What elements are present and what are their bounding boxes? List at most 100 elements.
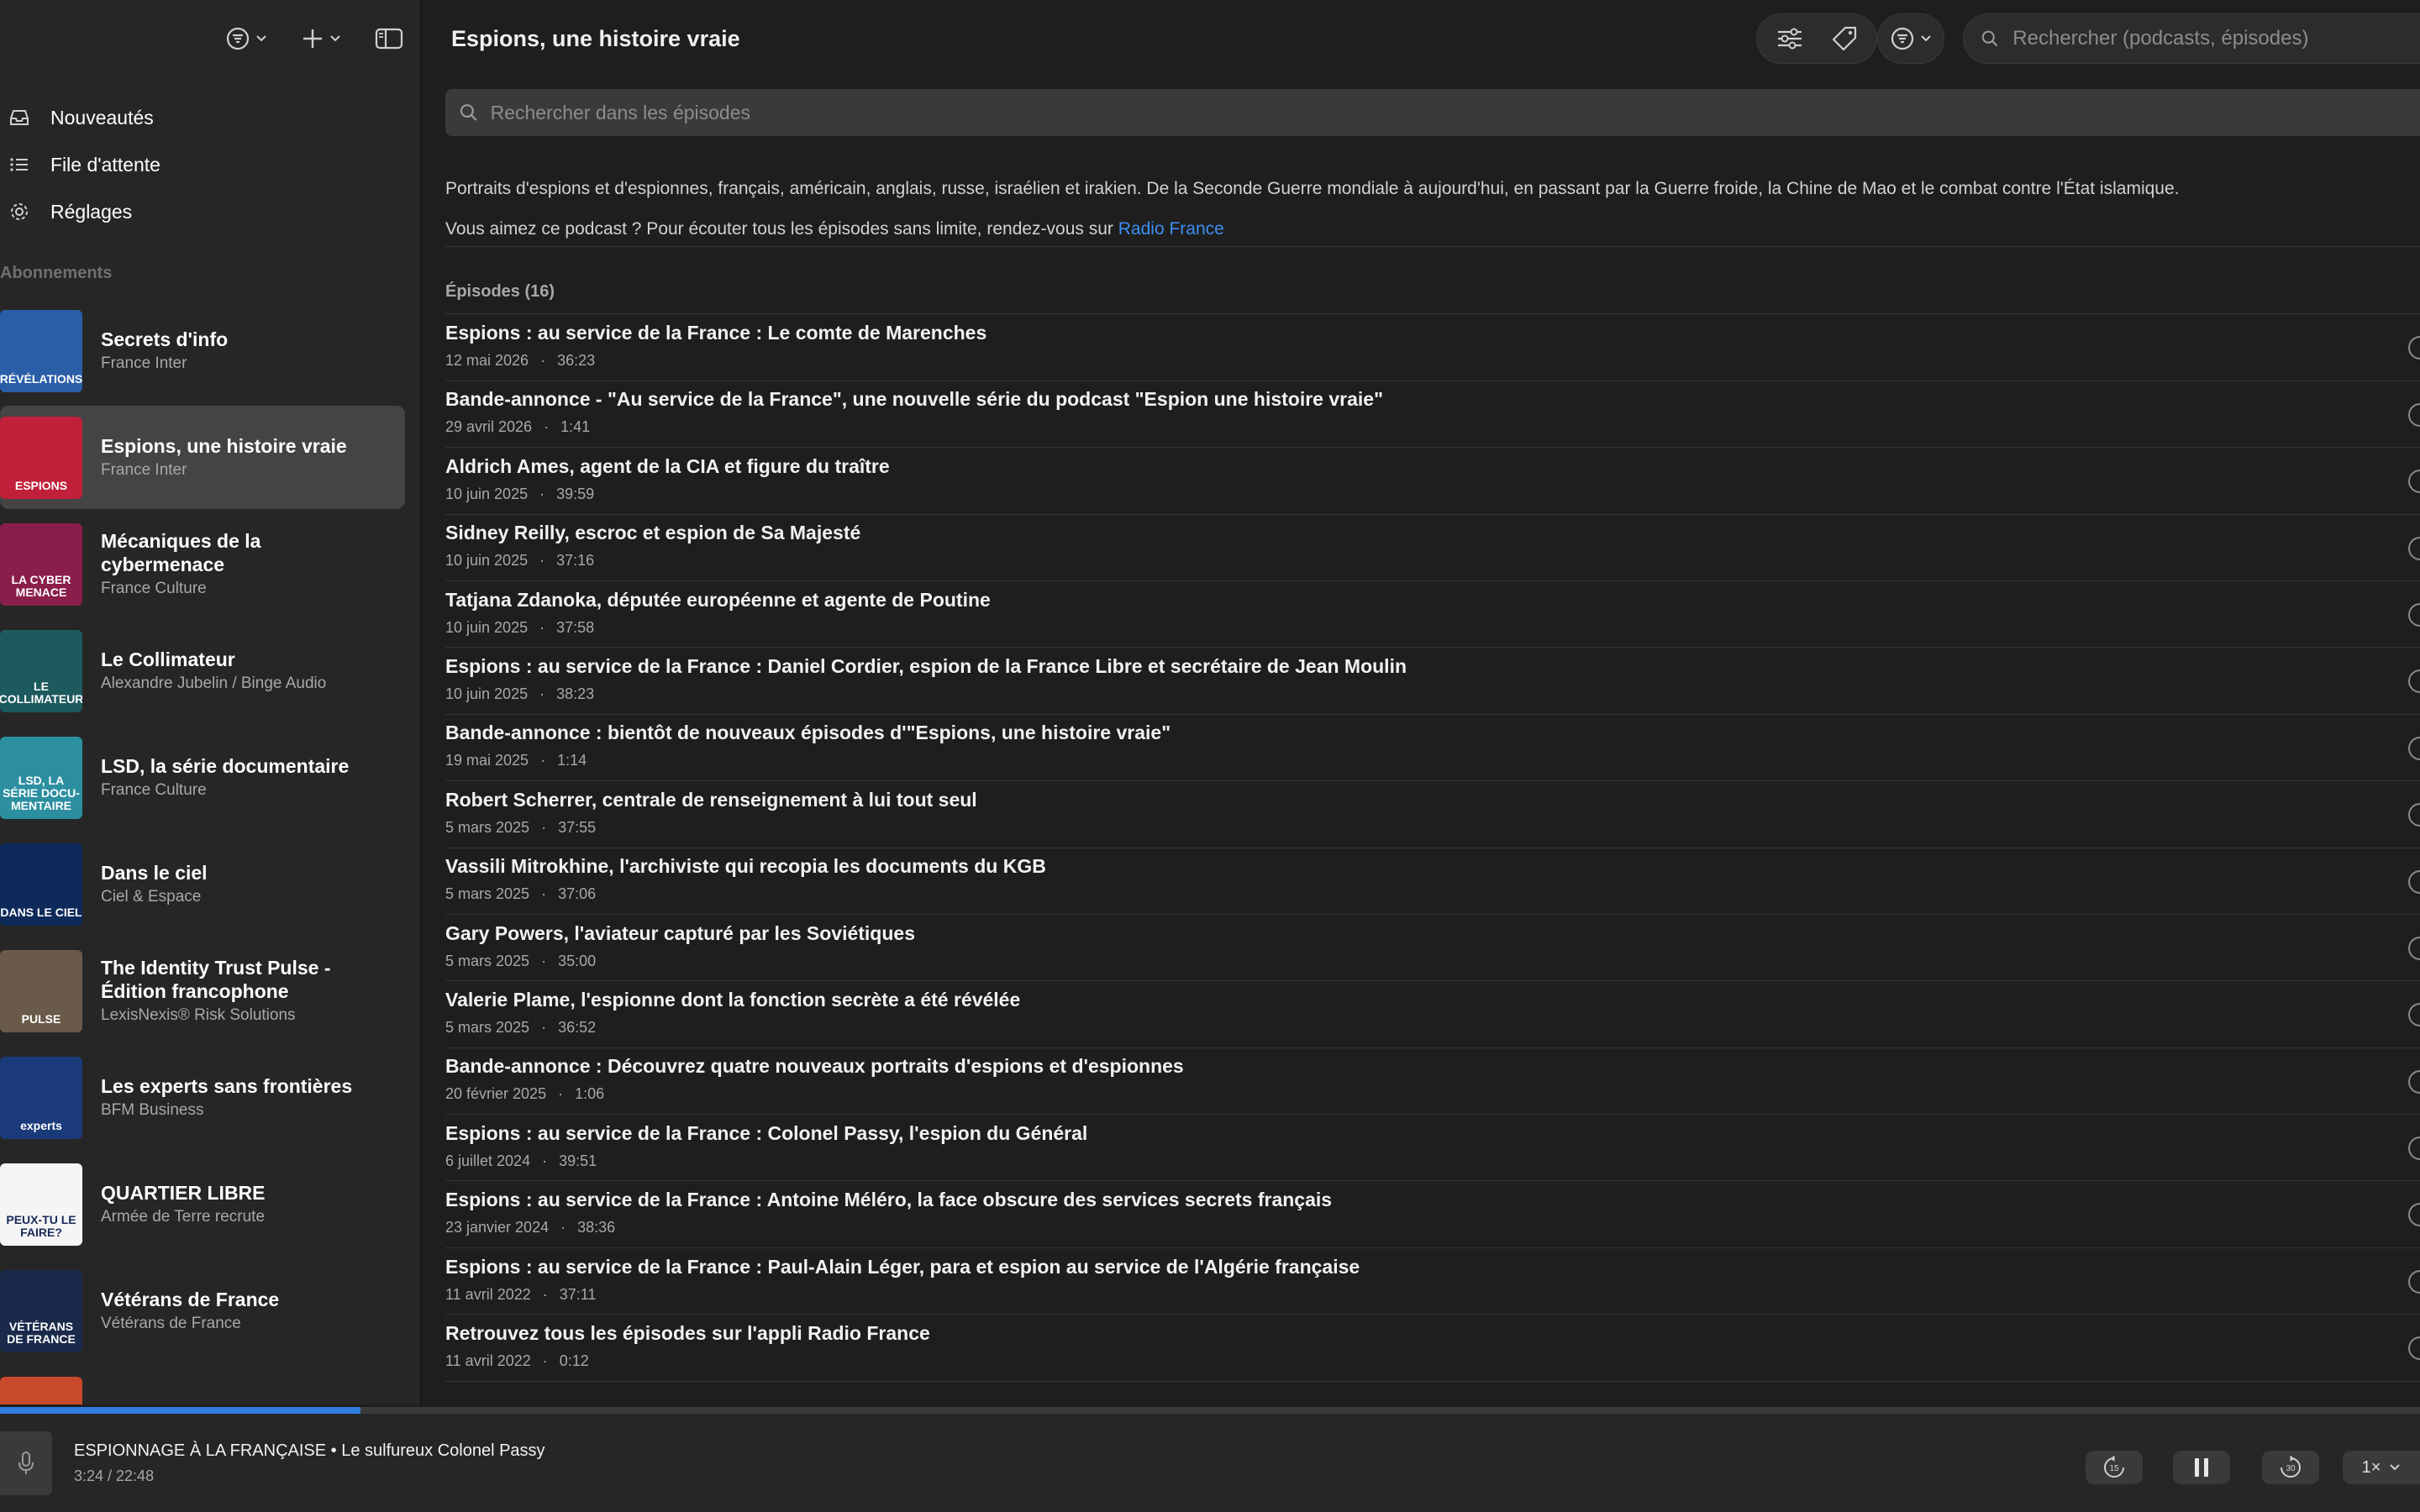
subscription-item[interactable]: experts Les experts sans frontières BFM Bu… <box>0 1044 420 1151</box>
episode-date: 5 mars 2025 <box>445 952 530 969</box>
subscription-item[interactable]: LE COLLIMATEUR Le Collimateur Alexandre Ju… <box>0 617 420 724</box>
episode-row[interactable]: Espions : au service de la France : Colo… <box>445 1115 2420 1182</box>
episode-duration: 39:59 <box>556 485 595 502</box>
subscription-title: LSD, la série documentaire <box>101 754 350 777</box>
subscription-author: France Inter <box>101 461 187 480</box>
episode-duration: 36:52 <box>558 1018 597 1036</box>
episode-search-input[interactable] <box>490 101 2420 124</box>
subscriptions-section-title: Abonnements <box>0 264 113 282</box>
toggle-sidebar-button[interactable] <box>375 27 403 50</box>
playback-progress[interactable] <box>0 1407 2420 1414</box>
subscription-title: The Identity Trust Pulse - Édition franc… <box>101 956 331 1002</box>
sidebar-item-nouveautes[interactable]: Nouveautés <box>0 94 420 141</box>
subscription-item[interactable]: RÉVÉLATIONS Secrets d'info France Inter <box>0 297 420 404</box>
episode-row[interactable]: Vassili Mitrokhine, l'archiviste qui rec… <box>445 848 2420 915</box>
meta-separator: · <box>542 1285 548 1303</box>
pause-button[interactable] <box>2173 1451 2230 1484</box>
sidebar-item-file-attente[interactable]: File d'attente <box>0 141 420 188</box>
episode-row[interactable]: Valerie Plame, l'espionne dont la foncti… <box>445 981 2420 1048</box>
global-search-input[interactable] <box>2012 27 2420 50</box>
plus-icon <box>303 29 322 48</box>
subscription-item[interactable]: DANS LE CIEL Dans le ciel Ciel & Espace <box>0 831 420 937</box>
podcast-artwork: LE COLLIMATEUR <box>0 629 82 712</box>
subscription-text: Dans le ciel Ciel & Espace <box>101 862 387 907</box>
sidebar-item-reglages[interactable]: Réglages <box>0 188 420 235</box>
episode-row[interactable]: Espions : au service de la France : Dani… <box>445 648 2420 715</box>
sliders-icon[interactable] <box>1776 26 1804 51</box>
episode-date: 11 avril 2022 <box>445 1352 531 1369</box>
gear-icon <box>11 203 28 220</box>
episode-row[interactable]: Bande-annonce - "Au service de la France… <box>445 381 2420 449</box>
chevron-down-icon <box>330 35 340 42</box>
episode-meta: 11 avril 2022 · 37:11 <box>445 1286 2420 1304</box>
episode-meta: 5 mars 2025 · 37:06 <box>445 885 2420 903</box>
skip-forward-button[interactable]: 30 <box>2262 1451 2319 1484</box>
episode-filter-button[interactable] <box>1877 13 1944 64</box>
episode-row[interactable]: Espions : au service de la France : Anto… <box>445 1181 2420 1248</box>
tag-icon[interactable] <box>1831 25 1858 52</box>
subscription-author: Armée de Terre recrute <box>101 1208 266 1226</box>
episode-row[interactable]: Gary Powers, l'aviateur capturé par les … <box>445 915 2420 982</box>
subscription-item[interactable]: LSD, LA SÉRIE DOCU-MENTAIRE LSD, la série… <box>0 724 420 831</box>
meta-separator: · <box>540 352 546 370</box>
page-title: Espions, une histoire vraie <box>451 25 740 51</box>
subscription-title: Mécaniques de la cybermenace <box>101 529 261 575</box>
subscription-title: QUARTIER LIBRE <box>101 1181 266 1204</box>
subscription-item[interactable]: La Question du jour <box>0 1364 420 1404</box>
podcast-detail: Portraits d'espions et d'espionnes, fran… <box>445 77 2420 1404</box>
episode-row[interactable]: Retrouvez tous les épisodes sur l'appli … <box>445 1315 2420 1382</box>
subscription-item[interactable]: PULSE The Identity Trust Pulse - Édition … <box>0 937 420 1044</box>
sidebar-item-label: Réglages <box>50 200 133 223</box>
subscription-author: Ciel & Espace <box>101 888 202 906</box>
episode-meta: 5 mars 2025 · 37:55 <box>445 819 2420 837</box>
episode-title: Espions : au service de la France : Le c… <box>445 322 987 344</box>
search-icon <box>1981 30 1998 47</box>
episode-duration: 39:51 <box>559 1152 597 1169</box>
add-menu-button[interactable] <box>301 27 341 50</box>
playback-speed-button[interactable]: 1× <box>2343 1451 2420 1484</box>
episode-row[interactable]: Robert Scherrer, centrale de renseigneme… <box>445 781 2420 848</box>
episode-title: Espions : au service de la France : Colo… <box>445 1121 1088 1144</box>
sidebar-nav: Nouveautés File d'attente Réglages <box>0 77 420 235</box>
skip-back-button[interactable]: 15 <box>2086 1451 2143 1484</box>
episode-row[interactable]: Tatjana Zdanoka, députée européenne et a… <box>445 581 2420 648</box>
episode-title: Sidney Reilly, escroc et espion de Sa Ma… <box>445 522 861 544</box>
episode-duration: 36:23 <box>557 352 596 370</box>
podcast-artwork: LSD, LA SÉRIE DOCU-MENTAIRE <box>0 736 82 819</box>
subscription-item[interactable]: PEUX-TU LE FAIRE? QUARTIER LIBRE Armée de … <box>0 1151 420 1257</box>
search-icon <box>460 104 477 121</box>
skip-back-15-icon: 15 <box>2104 1456 2124 1478</box>
episode-row[interactable]: Bande-annonce : Découvrez quatre nouveau… <box>445 1048 2420 1116</box>
subscriptions-list: RÉVÉLATIONS Secrets d'info France Inter ESP… <box>0 297 420 1404</box>
sidebar-icon <box>375 28 403 50</box>
radio-france-link[interactable]: Radio France <box>1118 219 1224 239</box>
subscription-item[interactable]: ESPIONS Espions, une histoire vraie France… <box>0 404 420 511</box>
skip-back-label: 15 <box>2109 1464 2119 1473</box>
episode-duration: 37:11 <box>559 1285 597 1303</box>
podcast-artwork: PULSE <box>0 949 82 1032</box>
episode-row[interactable]: Bande-annonce : bientôt de nouveaux épis… <box>445 715 2420 782</box>
filter-menu-button[interactable] <box>225 26 267 51</box>
skip-forward-30-icon: 30 <box>2281 1456 2301 1478</box>
promo-text: Vous aimez ce podcast ? Pour écouter tou… <box>445 219 2420 248</box>
episode-date: 12 mai 2026 <box>445 352 529 370</box>
subscription-item[interactable]: LA CYBER MENACE Mécaniques de la cybermen… <box>0 511 420 617</box>
sidebar: Nouveautés File d'attente Réglages Abonn… <box>0 0 422 1404</box>
episode-title: Bande-annonce : bientôt de nouveaux épis… <box>445 722 1171 744</box>
episode-row[interactable]: Espions : au service de la France : Paul… <box>445 1248 2420 1315</box>
subscription-text: The Identity Trust Pulse - Édition franc… <box>101 957 387 1025</box>
episode-row[interactable]: Espions : au service de la France : Le c… <box>445 314 2420 381</box>
subscription-text: Mécaniques de la cybermenace France Cultu… <box>101 530 387 598</box>
episode-row[interactable]: Sidney Reilly, escroc et espion de Sa Ma… <box>445 515 2420 581</box>
episode-duration: 37:55 <box>558 818 597 836</box>
episode-meta: 10 juin 2025 · 38:23 <box>445 685 2420 703</box>
meta-separator: · <box>539 552 545 570</box>
subscription-title: Dans le ciel <box>101 861 208 884</box>
episode-row[interactable]: Aldrich Ames, agent de la CIA et figure … <box>445 448 2420 515</box>
episode-title: Tatjana Zdanoka, députée européenne et a… <box>445 588 991 611</box>
filter-icon <box>226 27 250 50</box>
subscription-item[interactable]: VÉTÉRANS DE FRANCE Vétérans de France Vété… <box>0 1257 420 1364</box>
podcast-artwork: ESPIONS <box>0 416 82 499</box>
episode-duration: 37:16 <box>556 552 595 570</box>
subscription-title: Les experts sans frontières <box>101 1074 353 1097</box>
